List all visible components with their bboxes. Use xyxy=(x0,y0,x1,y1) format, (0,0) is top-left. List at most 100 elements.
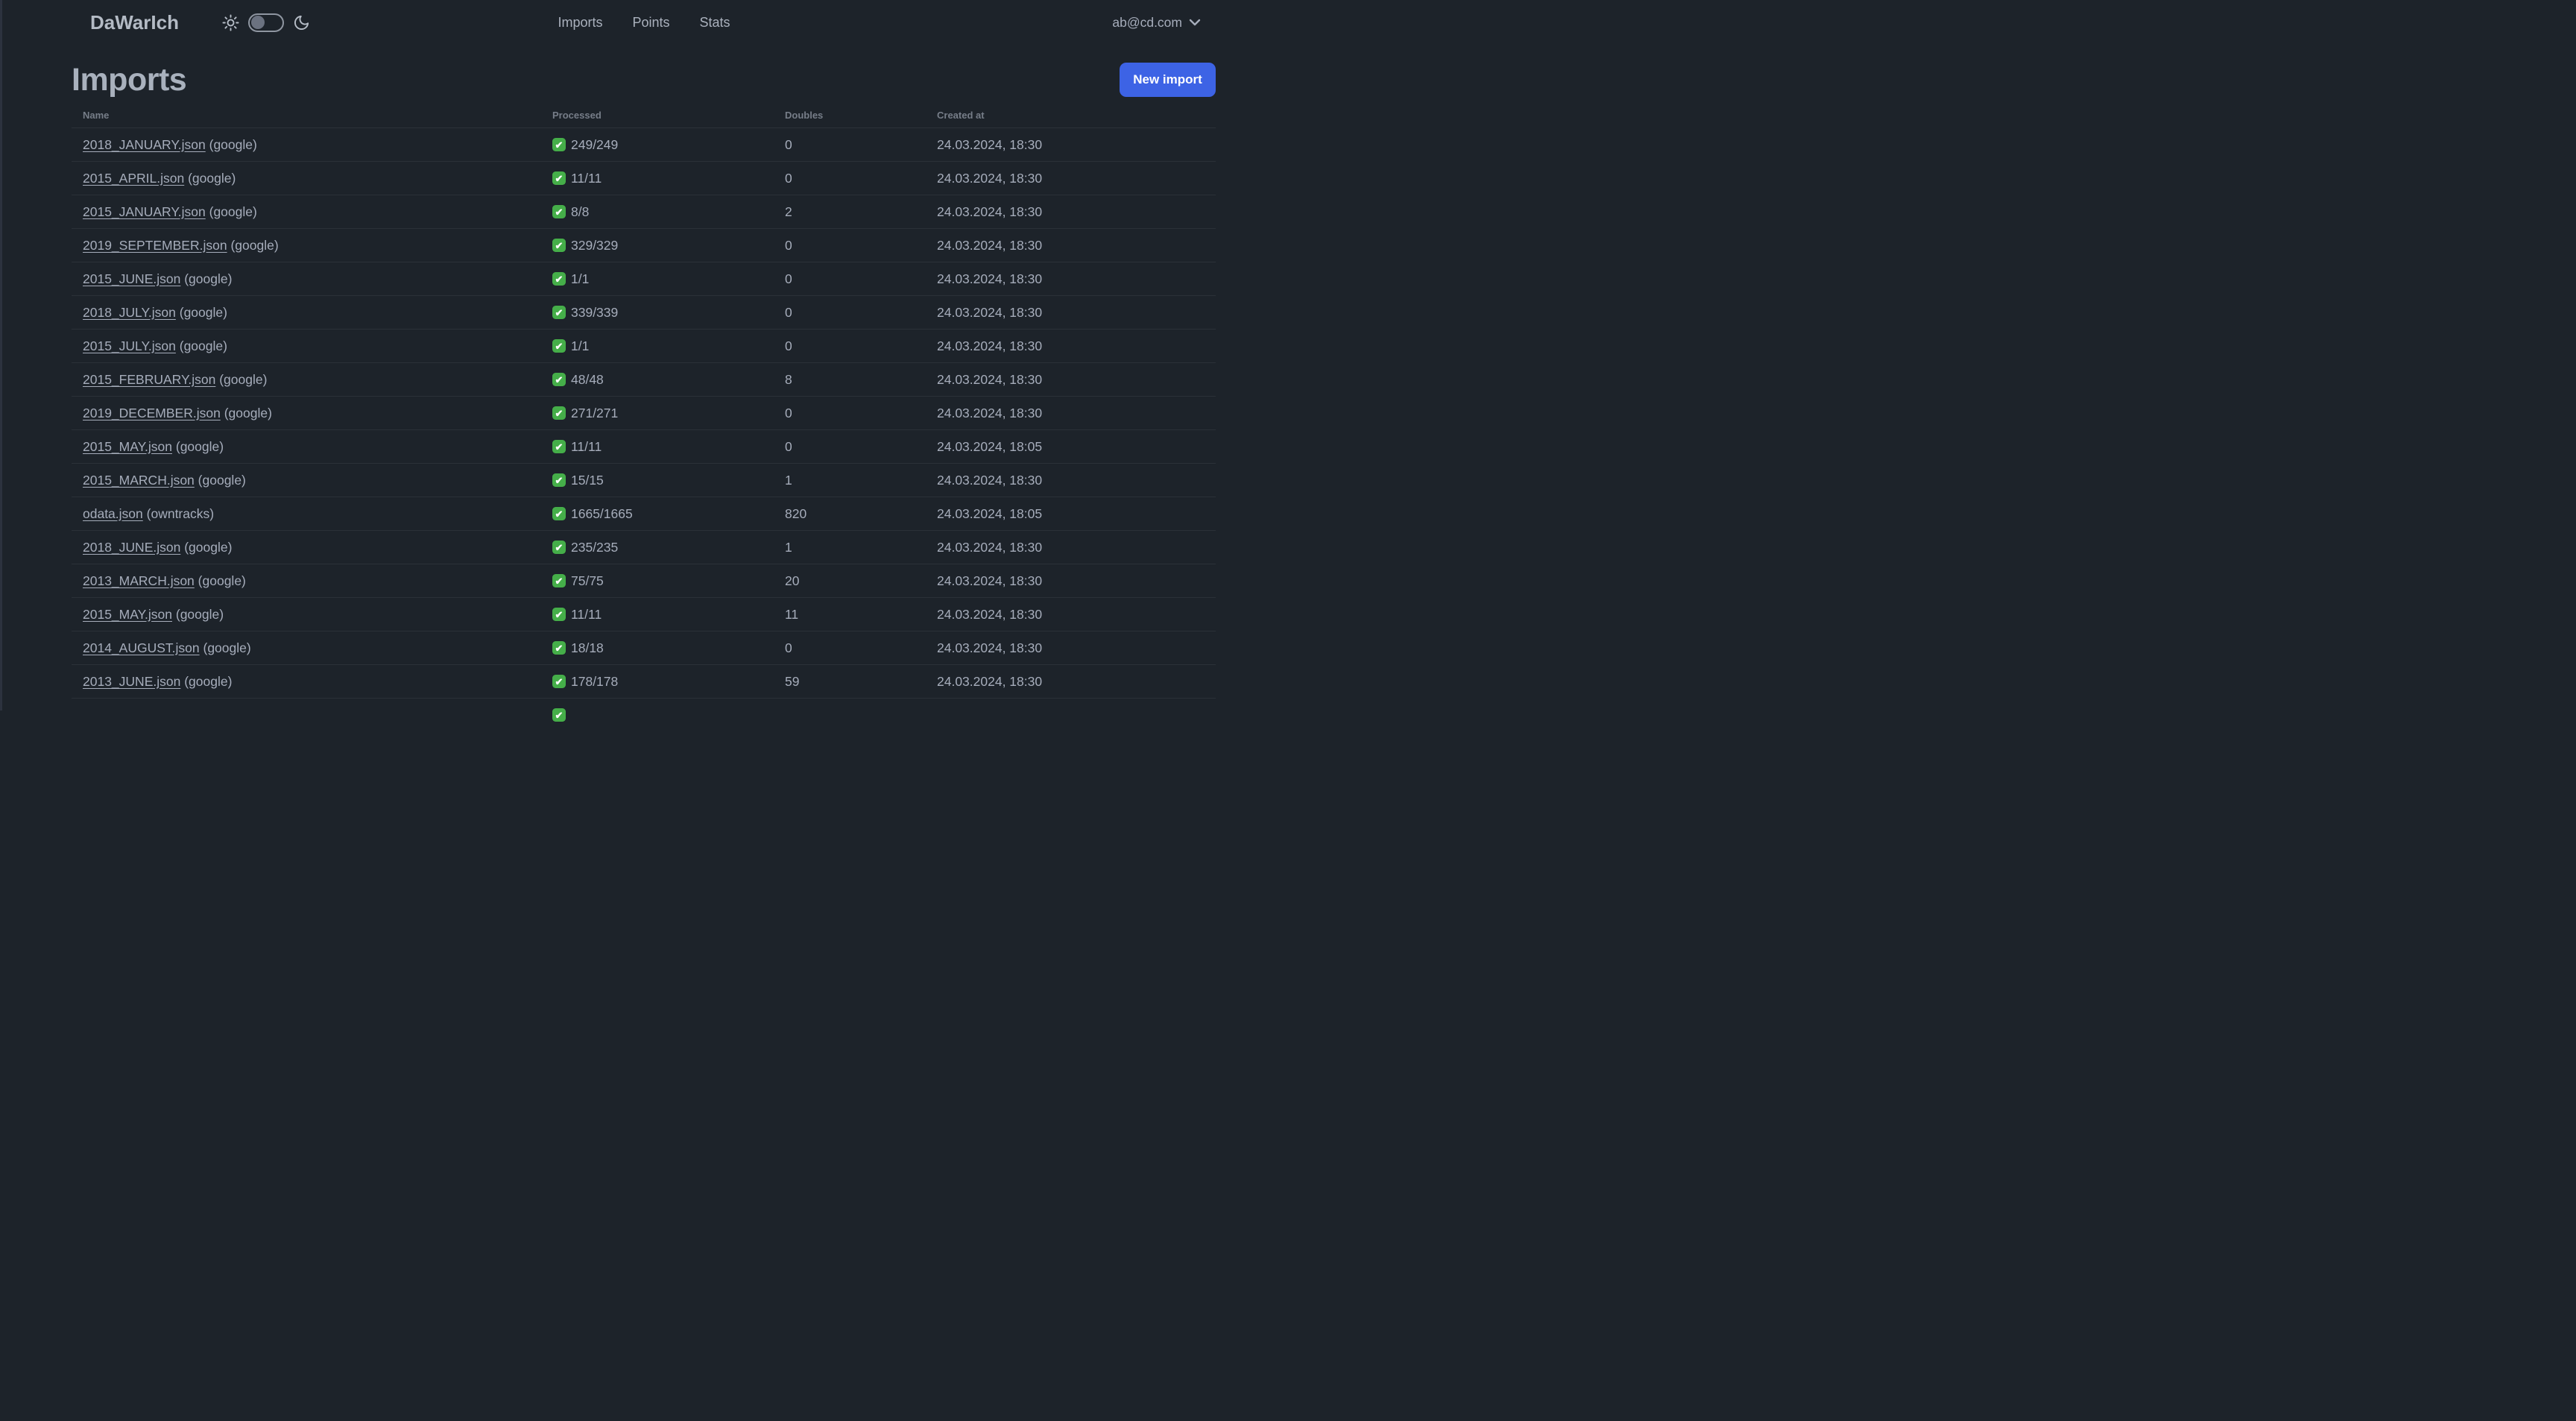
processed-cell: ✔ 1/1 xyxy=(552,271,785,287)
table-body: 2018_JANUARY.json (google) ✔ 249/249 0 24.03… xyxy=(72,127,1216,731)
doubles-cell: 1 xyxy=(785,472,792,488)
column-header-name: Name xyxy=(83,110,110,121)
file-link[interactable]: 2013_JUNE.json xyxy=(83,674,180,689)
file-name-cell: 2013_JUNE.json (google) xyxy=(83,674,552,690)
file-link[interactable]: odata.json xyxy=(83,506,143,521)
check-icon: ✔ xyxy=(552,373,566,386)
file-link[interactable]: 2013_MARCH.json xyxy=(83,573,195,588)
column-header-created-at: Created at xyxy=(937,110,985,121)
file-name-cell: 2014_AUGUST.json (google) xyxy=(83,640,552,656)
navbar: DaWarIch Imports Points Stats ab@cd.com xyxy=(0,0,1288,45)
processed-count: 1/1 xyxy=(571,271,590,286)
file-name-cell: 2015_MAY.json (google) xyxy=(83,439,552,455)
table-header-row: Name Processed Doubles Created at xyxy=(72,103,1216,127)
processed-cell: ✔ 75/75 xyxy=(552,573,785,589)
file-source: (google) xyxy=(230,237,279,253)
file-link[interactable]: 2015_MAY.json xyxy=(83,439,172,454)
account-email: ab@cd.com xyxy=(1112,14,1182,30)
theme-toggle[interactable] xyxy=(247,13,284,32)
nav-link-points[interactable]: Points xyxy=(632,15,669,31)
table-row-partial: ✔ xyxy=(72,698,1216,731)
doubles-cell: 0 xyxy=(785,338,792,353)
file-link[interactable]: 2014_AUGUST.json xyxy=(83,640,200,655)
file-link[interactable]: 2019_SEPTEMBER.json xyxy=(83,238,227,253)
file-name-cell: 2015_JUNE.json (google) xyxy=(83,271,552,287)
doubles-cell: 0 xyxy=(785,405,792,420)
created-at-cell: 24.03.2024, 18:30 xyxy=(937,573,1043,588)
file-link[interactable]: 2018_JUNE.json xyxy=(83,540,180,555)
check-icon: ✔ xyxy=(552,708,566,722)
check-icon: ✔ xyxy=(552,541,566,554)
check-icon: ✔ xyxy=(552,272,566,286)
table-row: 2015_JANUARY.json (google) ✔ 8/8 2 24.03.202… xyxy=(72,195,1216,228)
file-name-cell: 2018_JANUARY.json (google) xyxy=(83,137,552,153)
file-link[interactable]: 2015_FEBRUARY.json xyxy=(83,372,215,387)
check-icon: ✔ xyxy=(552,608,566,621)
main-nav: Imports Points Stats xyxy=(558,0,730,45)
moon-icon xyxy=(294,15,309,30)
file-source: (google) xyxy=(224,405,272,420)
check-icon: ✔ xyxy=(552,239,566,252)
check-icon: ✔ xyxy=(552,440,566,453)
processed-cell: ✔ 235/235 xyxy=(552,540,785,555)
doubles-cell: 8 xyxy=(785,371,792,387)
file-name-cell: 2015_JANUARY.json (google) xyxy=(83,204,552,220)
check-icon: ✔ xyxy=(552,171,566,185)
nav-link-stats[interactable]: Stats xyxy=(700,15,730,31)
file-source: (google) xyxy=(209,204,257,219)
table-row: 2015_FEBRUARY.json (google) ✔ 48/48 8 24.03.… xyxy=(72,362,1216,396)
file-source: (google) xyxy=(184,539,233,555)
created-at-cell: 24.03.2024, 18:30 xyxy=(937,606,1043,622)
processed-count: 1/1 xyxy=(571,338,590,353)
doubles-cell: 11 xyxy=(785,606,799,622)
processed-cell: ✔ 329/329 xyxy=(552,238,785,253)
file-source: (google) xyxy=(184,673,233,689)
file-source: (google) xyxy=(198,472,246,488)
processed-cell: ✔ 18/18 xyxy=(552,640,785,656)
processed-cell: ✔ 249/249 xyxy=(552,137,785,153)
processed-count: 178/178 xyxy=(571,673,619,689)
created-at-cell: 24.03.2024, 18:30 xyxy=(937,271,1043,286)
account-menu[interactable]: ab@cd.com xyxy=(1112,0,1201,45)
processed-cell: ✔ 339/339 xyxy=(552,305,785,321)
file-link[interactable]: 2015_JUNE.json xyxy=(83,271,180,286)
file-link[interactable]: 2015_MAY.json xyxy=(83,607,172,622)
doubles-cell: 0 xyxy=(785,438,792,454)
table-row: 2014_AUGUST.json (google) ✔ 18/18 0 24.03.20… xyxy=(72,631,1216,664)
file-link[interactable]: 2015_JANUARY.json xyxy=(83,204,206,219)
created-at-cell: 24.03.2024, 18:30 xyxy=(937,673,1043,689)
file-link[interactable]: 2015_MARCH.json xyxy=(83,473,195,488)
nav-link-imports[interactable]: Imports xyxy=(558,15,602,31)
processed-count: 271/271 xyxy=(571,405,619,420)
file-name-cell: 2019_DECEMBER.json (google) xyxy=(83,406,552,421)
doubles-cell: 0 xyxy=(785,237,792,253)
file-link[interactable]: 2015_JULY.json xyxy=(83,338,176,353)
file-source: (google) xyxy=(179,304,227,320)
doubles-cell: 59 xyxy=(785,673,800,689)
file-link[interactable]: 2019_DECEMBER.json xyxy=(83,406,221,420)
table-row: 2019_DECEMBER.json (google) ✔ 271/271 0 24.0… xyxy=(72,396,1216,429)
processed-count: 8/8 xyxy=(571,204,590,219)
file-link[interactable]: 2015_APRIL.json xyxy=(83,171,184,186)
new-import-button[interactable]: New import xyxy=(1120,63,1216,97)
doubles-cell: 0 xyxy=(785,271,792,286)
theme-switcher xyxy=(222,13,310,32)
file-name-cell: 2015_FEBRUARY.json (google) xyxy=(83,372,552,388)
file-link[interactable]: 2018_JANUARY.json xyxy=(83,137,206,152)
file-source: (owntracks) xyxy=(146,505,215,521)
created-at-cell: 24.03.2024, 18:30 xyxy=(937,304,1043,320)
app-logo[interactable]: DaWarIch xyxy=(90,11,179,34)
file-source: (google) xyxy=(188,170,236,186)
created-at-cell: 24.03.2024, 18:30 xyxy=(937,539,1043,555)
processed-cell: ✔ 1665/1665 xyxy=(552,506,785,522)
created-at-cell: 24.03.2024, 18:05 xyxy=(937,505,1043,521)
file-source: (google) xyxy=(179,338,227,353)
check-icon: ✔ xyxy=(552,205,566,218)
processed-cell: ✔ 178/178 xyxy=(552,674,785,690)
table-row: odata.json (owntracks) ✔ 1665/1665 820 24.03… xyxy=(72,497,1216,530)
file-link[interactable]: 2018_JULY.json xyxy=(83,305,176,320)
processed-count: 329/329 xyxy=(571,237,619,253)
table-row: 2018_JANUARY.json (google) ✔ 249/249 0 24.03… xyxy=(72,127,1216,161)
file-source: (google) xyxy=(175,438,224,454)
doubles-cell: 0 xyxy=(785,136,792,152)
